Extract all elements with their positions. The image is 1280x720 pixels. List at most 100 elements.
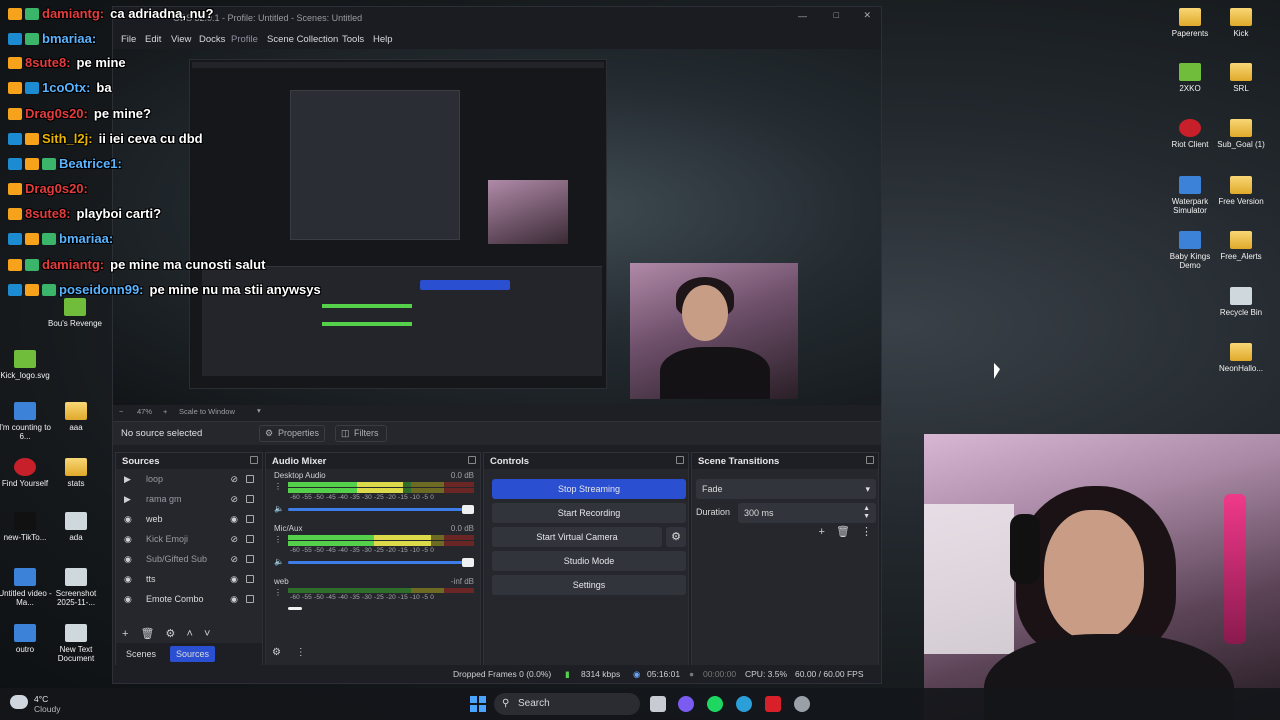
task-view-icon[interactable] (650, 696, 666, 712)
more-icon[interactable]: ⋮ (861, 526, 872, 538)
dock-float-icon[interactable] (676, 456, 684, 464)
source-item[interactable]: ◉ tts ◉ (116, 569, 262, 589)
lock-icon[interactable] (246, 515, 254, 523)
desktop-icon[interactable]: New Text Document (45, 624, 107, 663)
menu-tools[interactable]: Tools (342, 34, 364, 45)
volume-slider[interactable] (288, 607, 302, 610)
lock-icon[interactable] (246, 495, 254, 503)
trash-icon[interactable]: 🗑 (141, 628, 155, 640)
desktop-icon[interactable]: Kick (1210, 8, 1272, 38)
eye-hidden-icon[interactable]: ⊘ (230, 475, 238, 484)
gear-icon[interactable]: ⚙ (272, 647, 281, 658)
source-item[interactable]: ◉ web ◉ (116, 509, 262, 529)
zoom-out-icon[interactable]: − (119, 407, 123, 416)
riot-icon[interactable] (765, 696, 781, 712)
more-icon[interactable]: ⋮ (296, 647, 306, 658)
eye-icon[interactable]: ◉ (230, 595, 238, 604)
desktop-icon[interactable]: Sub_Goal (1) (1210, 119, 1272, 149)
menu-help[interactable]: Help (373, 34, 393, 45)
slider-knob[interactable] (462, 505, 474, 514)
eye-hidden-icon[interactable]: ⊘ (230, 495, 238, 504)
chevron-down-icon[interactable]: ˅ (204, 628, 210, 640)
tab-sources[interactable]: Sources (170, 646, 216, 662)
eye-icon[interactable]: ◉ (230, 575, 238, 584)
eye-hidden-icon[interactable]: ⊘ (230, 555, 238, 564)
scale-mode-select[interactable]: Scale to Window (179, 407, 235, 416)
lock-icon[interactable] (246, 575, 254, 583)
start-virtual-camera-button[interactable]: Start Virtual Camera (492, 527, 662, 547)
studio-mode-button[interactable]: Studio Mode (492, 551, 686, 571)
menu-view[interactable]: View (171, 34, 191, 45)
menu-edit[interactable]: Edit (145, 34, 161, 45)
tab-scenes[interactable]: Scenes (120, 646, 162, 662)
stop-streaming-button[interactable]: Stop Streaming (492, 479, 686, 499)
slider-knob[interactable] (462, 558, 474, 567)
badge-icon (8, 208, 22, 220)
menu-file[interactable]: File (121, 34, 136, 45)
source-item[interactable]: ▶ rama gm ⊘ (116, 489, 262, 509)
desktop-icon[interactable]: Kick_logo.svg (0, 350, 56, 380)
desktop-icon[interactable]: Screenshot 2025-11-... (45, 568, 107, 607)
more-icon[interactable]: ⋮ (274, 588, 282, 597)
source-item[interactable]: ◉ Kick Emoji ⊘ (116, 529, 262, 549)
weather-desc[interactable]: Cloudy (34, 704, 60, 714)
settings-button[interactable]: Settings (492, 575, 686, 595)
volume-slider[interactable] (288, 505, 474, 514)
lock-icon[interactable] (246, 595, 254, 603)
duration-input[interactable]: 300 ms ▲ ▼ (738, 503, 876, 523)
desktop-icon[interactable]: NeonHallo... (1210, 343, 1272, 373)
close-icon[interactable]: ✕ (863, 10, 871, 21)
dock-float-icon[interactable] (866, 456, 874, 464)
more-icon[interactable]: ⋮ (274, 535, 282, 544)
windows-start-icon[interactable] (470, 696, 486, 712)
lock-icon[interactable] (246, 475, 254, 483)
more-icon[interactable]: ⋮ (274, 482, 282, 491)
gear-icon[interactable]: ⚙ (166, 628, 176, 640)
zoom-in-icon[interactable]: + (163, 407, 167, 416)
spotify-icon[interactable] (707, 696, 723, 712)
dock-float-icon[interactable] (468, 456, 476, 464)
maximize-icon[interactable]: □ (834, 10, 839, 20)
desktop-icon[interactable]: Recycle Bin (1210, 287, 1272, 317)
chat-text: pe mine? (93, 106, 151, 121)
minimize-icon[interactable]: — (798, 11, 807, 21)
desktop-icon[interactable]: Free_Alerts (1210, 231, 1272, 261)
menu-profile[interactable]: Profile (231, 34, 258, 45)
chevron-down-icon[interactable]: ▾ (257, 406, 261, 415)
discord-icon[interactable] (678, 696, 694, 712)
lock-icon[interactable] (246, 535, 254, 543)
add-icon[interactable]: + (122, 628, 128, 640)
eye-hidden-icon[interactable]: ⊘ (230, 535, 238, 544)
dock-float-icon[interactable] (250, 456, 258, 464)
taskbar-search[interactable]: ⚲ Search (494, 693, 640, 715)
transition-select[interactable]: Fade ▾ (696, 479, 876, 499)
edge-icon[interactable] (736, 696, 752, 712)
source-item[interactable]: ▶ loop ⊘ (116, 469, 262, 489)
trash-icon[interactable]: 🗑 (836, 526, 850, 538)
chevron-up-icon[interactable]: ˄ (186, 628, 192, 640)
speaker-icon[interactable]: 🔈 (274, 557, 284, 566)
obs-icon[interactable] (794, 696, 810, 712)
desktop-icon[interactable]: aaa (45, 402, 107, 432)
volume-slider[interactable] (288, 558, 474, 567)
start-recording-button[interactable]: Start Recording (492, 503, 686, 523)
desktop-icon[interactable]: SRL (1210, 63, 1272, 93)
source-item[interactable]: ◉ Emote Combo ◉ (116, 589, 262, 609)
lock-icon[interactable] (246, 555, 254, 563)
add-icon[interactable]: + (818, 526, 824, 538)
desktop-icon[interactable]: Bou's Revenge (44, 298, 106, 328)
menu-scene-collection[interactable]: Scene Collection (267, 34, 338, 45)
source-item[interactable]: ◉ Sub/Gifted Sub ⊘ (116, 549, 262, 569)
eye-icon[interactable]: ◉ (230, 515, 238, 524)
gear-icon[interactable]: ⚙ (666, 527, 686, 547)
desktop-icon[interactable]: ada (45, 512, 107, 542)
preview-canvas[interactable] (113, 49, 881, 405)
weather-temp[interactable]: 4°C (34, 694, 48, 704)
menu-docks[interactable]: Docks (199, 34, 225, 45)
speaker-icon[interactable]: 🔈 (274, 504, 284, 513)
chevron-down-icon[interactable]: ▼ (863, 507, 870, 527)
properties-button[interactable]: ⚙ Properties (259, 425, 325, 442)
desktop-icon[interactable]: stats (45, 458, 107, 488)
filters-button[interactable]: ◫ Filters (335, 425, 387, 442)
desktop-icon[interactable]: Free Version (1210, 176, 1272, 206)
